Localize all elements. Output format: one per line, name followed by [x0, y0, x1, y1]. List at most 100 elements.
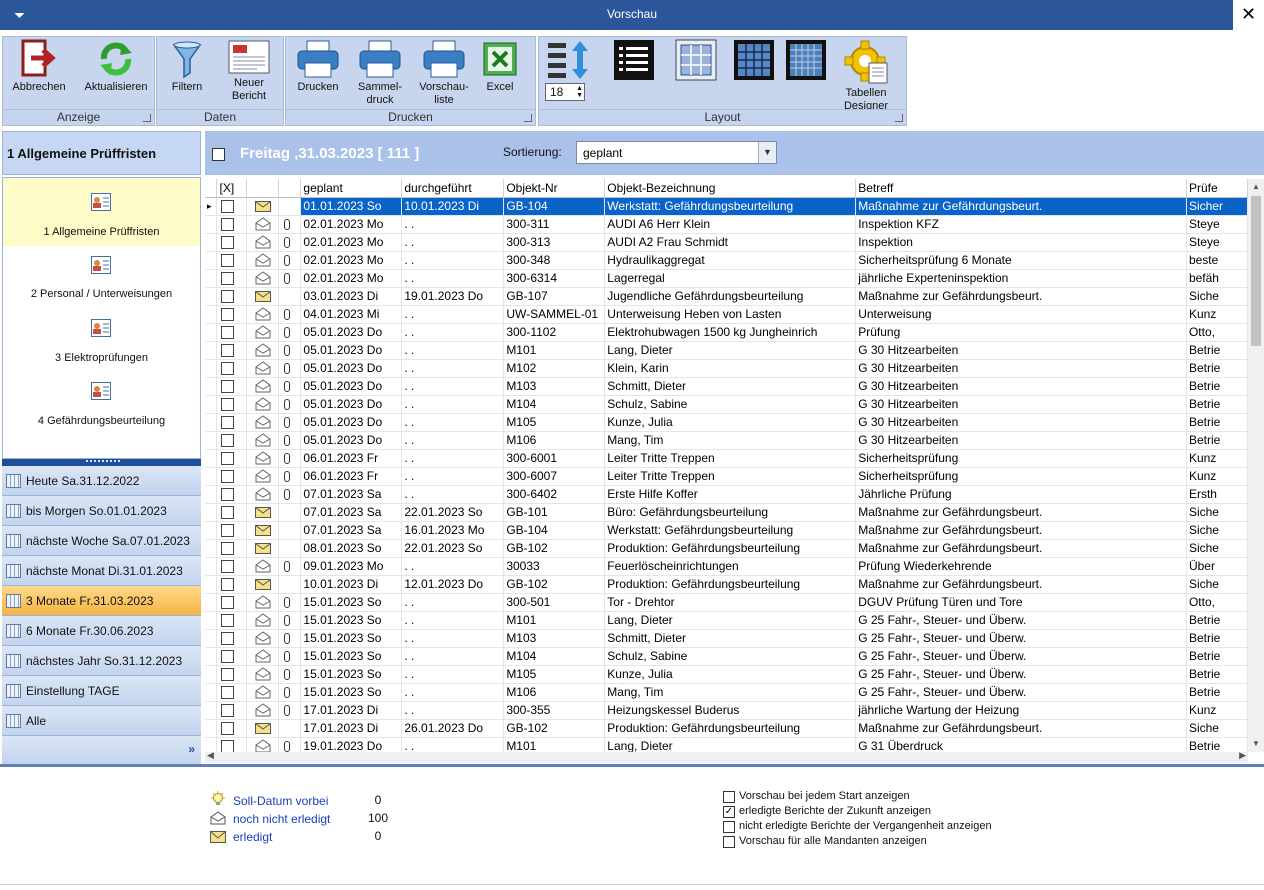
row-checkbox[interactable]: [221, 470, 235, 484]
row-checkbox[interactable]: [221, 452, 235, 466]
table-row[interactable]: 03.01.2023 Di 19.01.2023 Do GB-107 Jugendli…: [205, 287, 1248, 306]
table-row[interactable]: 08.01.2023 So 22.01.2023 So GB-102 Produkti…: [205, 539, 1248, 558]
row-checkbox[interactable]: [221, 632, 235, 646]
row-checkbox[interactable]: [221, 542, 235, 556]
row-checkbox[interactable]: [221, 218, 235, 232]
dialog-launcher-icon[interactable]: [524, 114, 532, 122]
paperclip-icon[interactable]: [284, 669, 291, 681]
drucken-button[interactable]: Drucken: [290, 39, 346, 94]
row-checkbox[interactable]: [221, 524, 235, 538]
period-bis-morgen[interactable]: bis Morgen So.01.01.2023: [2, 496, 201, 526]
neuer-bericht-button[interactable]: Neuer Bericht: [219, 39, 279, 103]
table-row[interactable]: 17.01.2023 Di . . 300-355 Heizungskessel B…: [205, 701, 1248, 720]
paperclip-icon[interactable]: [284, 399, 291, 411]
row-checkbox[interactable]: [221, 506, 235, 520]
scroll-right-icon[interactable]: ▶: [1239, 750, 1246, 761]
layout-grid-dark-button[interactable]: [731, 39, 777, 83]
column-header-betreff[interactable]: Betreff: [855, 179, 1187, 198]
row-checkbox[interactable]: [221, 434, 235, 448]
legend-label[interactable]: Soll-Datum vorbei: [233, 794, 328, 808]
row-checkbox[interactable]: [221, 722, 235, 736]
row-checkbox[interactable]: [221, 596, 235, 610]
table-row[interactable]: 02.01.2023 Mo . . 300-313 AUDI A2 Frau Sch…: [205, 233, 1248, 252]
paperclip-icon[interactable]: [284, 633, 291, 645]
row-checkbox[interactable]: [221, 614, 235, 628]
paperclip-icon[interactable]: [284, 741, 291, 752]
table-row[interactable]: 15.01.2023 So . . M101 Lang, Dieter G 25 Fa…: [205, 611, 1248, 630]
table-row[interactable]: 07.01.2023 Sa 22.01.2023 So GB-101 Büro: Ge…: [205, 503, 1248, 522]
close-button[interactable]: ✕: [1233, 0, 1264, 30]
table-row[interactable]: 15.01.2023 So . . M103 Schmitt, Dieter G 25…: [205, 629, 1248, 648]
checkbox[interactable]: [723, 791, 735, 803]
nav-item-elektropruefungen[interactable]: 3 Elektroprüfungen: [3, 312, 200, 380]
row-checkbox[interactable]: [221, 416, 235, 430]
paperclip-icon[interactable]: [284, 687, 291, 699]
column-header-durchgefuehrt[interactable]: durchgeführt: [401, 179, 505, 198]
abbrechen-button[interactable]: Abbrechen: [7, 39, 71, 94]
paperclip-icon[interactable]: [284, 453, 291, 465]
vorschauliste-button[interactable]: Vorschau- liste: [414, 39, 474, 107]
layout-grid-fine-button[interactable]: [783, 39, 829, 83]
paperclip-icon[interactable]: [284, 651, 291, 663]
table-row[interactable]: 09.01.2023 Mo . . 30033 Feuerlöscheinricht…: [205, 557, 1248, 576]
row-checkbox[interactable]: [221, 704, 235, 718]
row-checkbox[interactable]: [221, 380, 235, 394]
checkbox[interactable]: [723, 821, 735, 833]
scroll-thumb[interactable]: [1251, 196, 1261, 346]
checkbox[interactable]: [723, 836, 735, 848]
line-height-icon[interactable]: [545, 39, 595, 85]
table-row[interactable]: 15.01.2023 So . . M104 Schulz, Sabine G 25 …: [205, 647, 1248, 666]
paperclip-icon[interactable]: [284, 381, 291, 393]
row-checkbox[interactable]: [221, 398, 235, 412]
filtern-button[interactable]: Filtern: [161, 39, 213, 94]
aktualisieren-button[interactable]: Aktualisieren: [81, 39, 151, 94]
table-row[interactable]: 10.01.2023 Di 12.01.2023 Do GB-102 Produkti…: [205, 575, 1248, 594]
row-checkbox[interactable]: [221, 650, 235, 664]
table-row[interactable]: 05.01.2023 Do . . M102 Klein, Karin G 30 Hi…: [205, 359, 1248, 378]
paperclip-icon[interactable]: [284, 597, 291, 609]
row-checkbox[interactable]: [221, 362, 235, 376]
scroll-left-icon[interactable]: ◀: [207, 750, 214, 761]
row-checkbox[interactable]: [221, 272, 235, 286]
row-checkbox[interactable]: [221, 740, 235, 752]
paperclip-icon[interactable]: [284, 345, 291, 357]
paperclip-icon[interactable]: [284, 327, 291, 339]
paperclip-icon[interactable]: [284, 273, 291, 285]
period-naechster-monat[interactable]: nächste Monat Di.31.01.2023: [2, 556, 201, 586]
table-row[interactable]: 15.01.2023 So . . M105 Kunze, Julia G 25 Fa…: [205, 665, 1248, 684]
row-checkbox[interactable]: [221, 578, 235, 592]
period-alle[interactable]: Alle: [2, 706, 201, 736]
column-header-objekt-nr[interactable]: Objekt-Nr: [503, 179, 606, 198]
period-heute[interactable]: Heute Sa.31.12.2022: [2, 466, 201, 496]
dialog-launcher-icon[interactable]: [143, 114, 151, 122]
column-header-select[interactable]: [X]: [216, 179, 248, 198]
sort-dropdown[interactable]: geplant ▼: [576, 141, 777, 164]
scroll-up-icon[interactable]: ▲: [1248, 179, 1264, 195]
row-checkbox[interactable]: [221, 254, 235, 268]
paperclip-icon[interactable]: [284, 309, 291, 321]
nav-item-personal[interactable]: 2 Personal / Unterweisungen: [3, 250, 200, 318]
column-header-objekt-bezeichnung[interactable]: Objekt-Bezeichnung: [604, 179, 857, 198]
table-row[interactable]: 05.01.2023 Do . . M105 Kunze, Julia G 30 Hi…: [205, 413, 1248, 432]
nav-item-gefaehrdungsbeurteilung[interactable]: 4 Gefährdungsbeurteilung: [3, 374, 200, 442]
table-row[interactable]: 17.01.2023 Di 26.01.2023 Do GB-102 Produkti…: [205, 719, 1248, 738]
paperclip-icon[interactable]: [284, 471, 291, 483]
row-checkbox[interactable]: [221, 560, 235, 574]
period-naechstes-jahr[interactable]: nächstes Jahr So.31.12.2023: [2, 646, 201, 676]
layout-list-button[interactable]: [611, 39, 657, 83]
period-einstellung-tage[interactable]: Einstellung TAGE: [2, 676, 201, 706]
row-checkbox[interactable]: [221, 326, 235, 340]
row-checkbox[interactable]: [221, 686, 235, 700]
table-row[interactable]: 02.01.2023 Mo . . 300-311 AUDI A6 Herr Kle…: [205, 215, 1248, 234]
row-checkbox[interactable]: [221, 236, 235, 250]
table-row[interactable]: 05.01.2023 Do . . M103 Schmitt, Dieter G 30…: [205, 377, 1248, 396]
paperclip-icon[interactable]: [284, 363, 291, 375]
row-checkbox[interactable]: [221, 488, 235, 502]
nav-item-allgemeine-prueffristen[interactable]: 1 Allgemeine Prüffristen: [3, 178, 200, 246]
dialog-launcher-icon[interactable]: [895, 114, 903, 122]
paperclip-icon[interactable]: [284, 417, 291, 429]
period-3-monate[interactable]: 3 Monate Fr.31.03.2023: [2, 586, 201, 616]
table-row[interactable]: ▸ 01.01.2023 So 10.01.2023 Di GB-104 Werksta…: [205, 197, 1248, 216]
chevron-down-icon[interactable]: ▼: [758, 142, 776, 163]
paperclip-icon[interactable]: [284, 255, 291, 267]
